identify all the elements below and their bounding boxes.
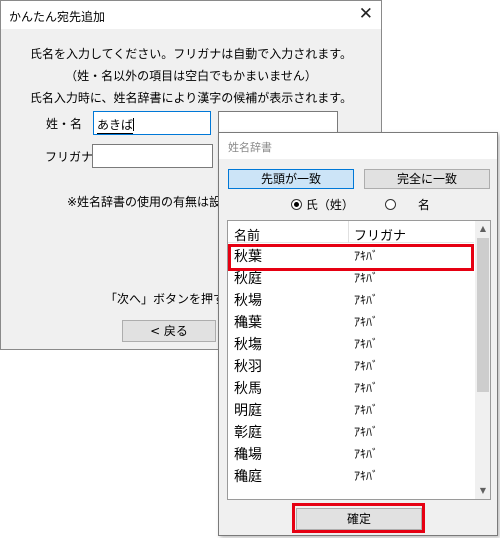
back-button[interactable]: < 戻る <box>122 320 216 342</box>
highlight-first-row-box <box>228 244 474 271</box>
given-name-radio-label: 名 <box>417 198 430 212</box>
surname-input-value: あきば <box>97 118 134 134</box>
list-item[interactable]: 明庭 ｱｷﾊﾞ <box>228 397 474 419</box>
surname-radio-label: 氏（姓） <box>305 198 354 212</box>
column-header-name[interactable]: 名前 <box>234 225 260 244</box>
list-item-furigana: ｱｷﾊﾞ <box>354 425 379 439</box>
dictionary-note: ※姓名辞書の使用の有無は設定 <box>67 195 234 209</box>
list-item[interactable]: 彰庭 ｱｷﾊﾞ <box>228 419 474 441</box>
instruction-line-1: 氏名を入力してください。フリガナは自動で入力されます。 <box>29 47 353 61</box>
scroll-down-arrow-icon[interactable]: ▼ <box>475 483 490 499</box>
list-item-furigana: ｱｷﾊﾞ <box>354 293 379 307</box>
list-item-name: 穐場 <box>234 447 262 463</box>
list-item-furigana: ｱｷﾊﾞ <box>354 403 379 417</box>
column-divider[interactable] <box>348 221 349 243</box>
instruction-line-2: （姓・名以外の項目は空白でもかまいません） <box>65 69 317 83</box>
highlight-confirm-box <box>292 503 425 533</box>
name-dictionary-popup: 姓名辞書 先頭が一致 完全に一致 氏（姓） 名 名前 フリガナ 秋葉 ｱｷﾊﾞ 秋庭… <box>218 132 498 536</box>
vertical-scrollbar[interactable]: ▲ ▼ <box>475 221 490 499</box>
list-item-furigana: ｱｷﾊﾞ <box>354 469 379 483</box>
list-item-furigana: ｱｷﾊﾞ <box>354 315 379 329</box>
surname-radio-option[interactable]: 氏（姓） <box>291 196 354 213</box>
list-item-furigana: ｱｷﾊﾞ <box>354 359 379 373</box>
radio-unselected-icon[interactable] <box>385 199 396 210</box>
column-header-furigana[interactable]: フリガナ <box>354 225 406 244</box>
list-item-name: 秋庭 <box>234 271 262 287</box>
list-item-furigana: ｱｷﾊﾞ <box>354 271 379 285</box>
popup-title: 姓名辞書 <box>228 141 272 154</box>
list-item-name: 秋馬 <box>234 381 262 397</box>
list-item[interactable]: 穐庭 ｱｷﾊﾞ <box>228 463 474 485</box>
list-item[interactable]: 秋羽 ｱｷﾊﾞ <box>228 353 474 375</box>
furigana-label: フリガナ <box>45 150 94 164</box>
list-item[interactable]: 穐場 ｱｷﾊﾞ <box>228 441 474 463</box>
list-item[interactable]: 秋場 ｱｷﾊﾞ <box>228 287 474 309</box>
instruction-line-3: 氏名入力時に、姓名辞書により漢字の候補が表示されます。 <box>29 91 353 105</box>
list-item-name: 秋場 <box>234 293 262 309</box>
list-item[interactable]: 秋馬 ｱｷﾊﾞ <box>228 375 474 397</box>
list-item-furigana: ｱｷﾊﾞ <box>354 337 379 351</box>
scroll-up-arrow-icon[interactable]: ▲ <box>475 221 490 237</box>
text-caret <box>133 118 135 131</box>
list-item-name: 穐庭 <box>234 469 262 485</box>
list-item-name: 明庭 <box>234 403 262 419</box>
scrollbar-thumb[interactable] <box>477 238 489 392</box>
list-item-name: 穐葉 <box>234 315 262 331</box>
furigana-input[interactable] <box>92 144 213 168</box>
list-item[interactable]: 秋塲 ｱｷﾊﾞ <box>228 331 474 353</box>
list-item-name: 秋塲 <box>234 337 262 353</box>
radio-selected-icon[interactable] <box>291 199 302 210</box>
list-item-name: 彰庭 <box>234 425 262 441</box>
exact-match-button[interactable]: 完全に一致 <box>364 169 490 189</box>
list-item-name: 秋羽 <box>234 359 262 375</box>
surname-label: 姓・名 <box>46 117 83 131</box>
list-header: 名前 フリガナ <box>228 221 474 244</box>
given-name-radio-option[interactable]: 名 <box>385 196 430 213</box>
prefix-match-button[interactable]: 先頭が一致 <box>228 169 354 189</box>
close-icon[interactable]: ✕ <box>359 5 373 23</box>
list-item[interactable]: 穐葉 ｱｷﾊﾞ <box>228 309 474 331</box>
dialog-titlebar: かんたん宛先追加 ✕ <box>1 1 381 29</box>
surname-input[interactable]: あきば <box>93 111 211 135</box>
list-item-furigana: ｱｷﾊﾞ <box>354 381 379 395</box>
popup-titlebar: 姓名辞書 <box>219 133 497 159</box>
dialog-title: かんたん宛先追加 <box>9 10 106 24</box>
list-item-furigana: ｱｷﾊﾞ <box>354 447 379 461</box>
